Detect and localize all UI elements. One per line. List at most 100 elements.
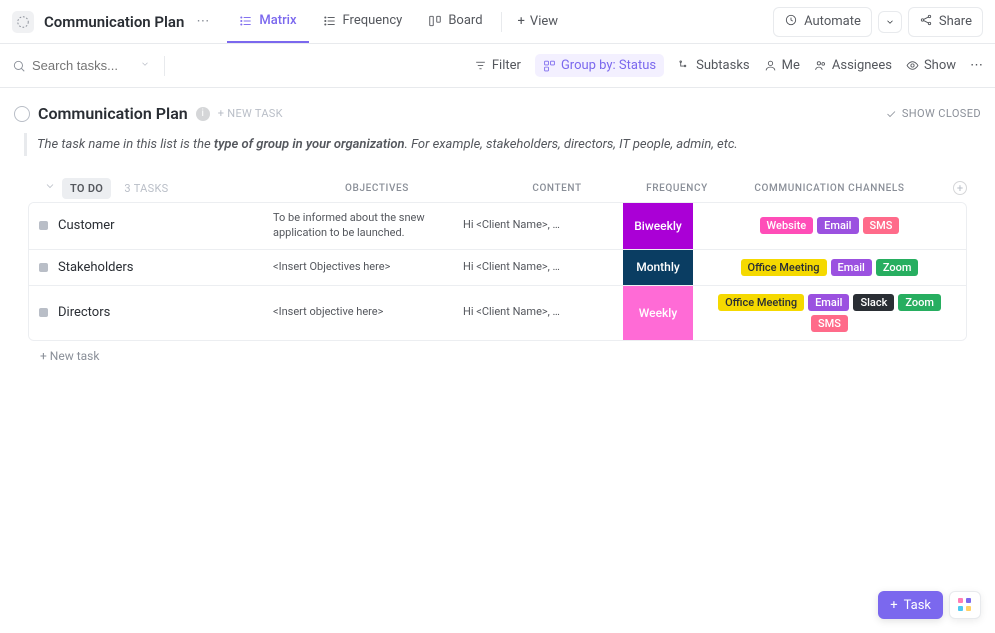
show-label: Show bbox=[924, 58, 956, 73]
channel-tag[interactable]: Email bbox=[817, 217, 858, 234]
task-name-cell[interactable]: Stakeholders bbox=[29, 250, 263, 285]
person-icon bbox=[764, 59, 777, 72]
add-column-button[interactable]: + bbox=[953, 181, 967, 195]
list-icon bbox=[239, 14, 253, 28]
assignees-label: Assignees bbox=[832, 58, 892, 73]
col-content[interactable]: CONTENT bbox=[472, 183, 642, 194]
filter-label: Filter bbox=[492, 58, 521, 73]
task-name-cell[interactable]: Customer bbox=[29, 203, 263, 249]
filter-icon bbox=[474, 59, 487, 72]
channels-cell[interactable]: Office MeetingEmailZoom bbox=[693, 250, 966, 285]
task-row[interactable]: Stakeholders<Insert Objectives here>Hi <… bbox=[29, 249, 966, 285]
status-square-icon[interactable] bbox=[39, 221, 48, 230]
page-menu-icon[interactable]: ⋯ bbox=[192, 12, 213, 31]
channel-tag[interactable]: Email bbox=[831, 259, 872, 276]
plus-icon: + bbox=[518, 14, 525, 29]
search-icon bbox=[12, 59, 26, 73]
create-task-fab[interactable]: + Task bbox=[878, 591, 943, 619]
toolbar-more-icon[interactable]: ⋯ bbox=[970, 58, 983, 73]
channel-tag[interactable]: Email bbox=[808, 294, 849, 311]
col-frequency[interactable]: FREQUENCY bbox=[642, 183, 712, 194]
automate-dropdown[interactable] bbox=[878, 11, 902, 33]
subtasks-icon bbox=[678, 59, 691, 72]
search-input[interactable] bbox=[32, 58, 132, 73]
automate-icon bbox=[784, 13, 798, 31]
group-icon bbox=[543, 59, 556, 72]
channels-cell[interactable]: Office MeetingEmailSlackZoom SMS bbox=[693, 286, 966, 340]
channel-tag[interactable]: Slack bbox=[853, 294, 894, 311]
search-wrap bbox=[12, 58, 150, 73]
objectives-cell[interactable]: <Insert Objectives here> bbox=[263, 250, 453, 285]
automate-button[interactable]: Automate bbox=[773, 7, 872, 37]
tab-board[interactable]: Board bbox=[416, 0, 494, 43]
show-button[interactable]: Show bbox=[906, 58, 956, 73]
new-task-row[interactable]: + New task bbox=[14, 341, 981, 371]
channel-tag[interactable]: Office Meeting bbox=[718, 294, 804, 311]
channel-tag[interactable]: SMS bbox=[811, 315, 848, 332]
eye-icon bbox=[906, 59, 919, 72]
tab-matrix[interactable]: Matrix bbox=[227, 0, 308, 43]
content-cell[interactable]: Hi <Client Name>, … bbox=[453, 286, 623, 340]
frequency-cell[interactable]: Biweekly bbox=[623, 203, 693, 249]
status-circle-icon[interactable] bbox=[14, 106, 30, 122]
add-view-label: View bbox=[530, 14, 558, 29]
col-add: + bbox=[947, 181, 967, 196]
grid-icon bbox=[958, 598, 972, 612]
new-task-link[interactable]: + NEW TASK bbox=[218, 107, 283, 120]
content-area: Communication Plan i + NEW TASK SHOW CLO… bbox=[0, 88, 995, 387]
task-row[interactable]: Directors<Insert objective here>Hi <Clie… bbox=[29, 285, 966, 340]
top-bar: Communication Plan ⋯ Matrix Frequency Bo… bbox=[0, 0, 995, 44]
filter-button[interactable]: Filter bbox=[474, 58, 521, 73]
page-icon[interactable] bbox=[12, 11, 34, 33]
task-name-cell[interactable]: Directors bbox=[29, 286, 263, 340]
col-channels[interactable]: COMMUNICATION CHANNELS bbox=[712, 183, 947, 194]
frequency-cell[interactable]: Weekly bbox=[623, 286, 693, 340]
add-view-button[interactable]: + View bbox=[508, 14, 569, 29]
show-closed-button[interactable]: SHOW CLOSED bbox=[885, 107, 981, 120]
subtasks-label: Subtasks bbox=[696, 58, 750, 73]
view-tabs: Matrix Frequency Board + View bbox=[227, 0, 568, 43]
channel-tag[interactable]: Website bbox=[760, 217, 814, 234]
me-button[interactable]: Me bbox=[764, 58, 800, 73]
desc-text-prefix: The task name in this list is the bbox=[37, 137, 214, 152]
info-icon[interactable]: i bbox=[196, 107, 210, 121]
apps-fab[interactable] bbox=[949, 591, 981, 619]
group-by-button[interactable]: Group by: Status bbox=[535, 54, 664, 77]
content-cell[interactable]: Hi <Client Name>, … bbox=[453, 250, 623, 285]
col-name: TO DO 3 TASKS bbox=[62, 181, 282, 196]
task-count: 3 TASKS bbox=[124, 182, 168, 195]
channel-tag[interactable]: Zoom bbox=[876, 259, 919, 276]
frequency-cell[interactable]: Monthly bbox=[623, 250, 693, 285]
divider bbox=[164, 56, 165, 76]
search-dropdown-icon[interactable] bbox=[140, 58, 150, 73]
desc-text-suffix: . For example, stakeholders, directors, … bbox=[405, 137, 738, 152]
subtasks-button[interactable]: Subtasks bbox=[678, 58, 750, 73]
content-cell[interactable]: Hi <Client Name>, … bbox=[453, 203, 623, 249]
chevron-down-icon bbox=[885, 17, 895, 27]
share-button[interactable]: Share bbox=[908, 7, 983, 37]
task-row[interactable]: CustomerTo be informed about the snew ap… bbox=[29, 203, 966, 249]
channels-cell[interactable]: WebsiteEmail SMS bbox=[693, 203, 966, 249]
objectives-cell[interactable]: To be informed about the snew applicatio… bbox=[263, 203, 453, 249]
channel-tag[interactable]: Zoom bbox=[898, 294, 941, 311]
expand-toggle[interactable] bbox=[44, 180, 62, 196]
show-closed-label: SHOW CLOSED bbox=[902, 107, 981, 120]
page-title[interactable]: Communication Plan bbox=[44, 13, 184, 31]
list-description[interactable]: The task name in this list is the type o… bbox=[24, 133, 981, 156]
channel-tag[interactable]: Office Meeting bbox=[741, 259, 827, 276]
list-title[interactable]: Communication Plan bbox=[38, 104, 188, 123]
tab-frequency[interactable]: Frequency bbox=[311, 0, 415, 43]
col-objectives[interactable]: OBJECTIVES bbox=[282, 183, 472, 194]
automate-label: Automate bbox=[804, 14, 861, 29]
task-list: CustomerTo be informed about the snew ap… bbox=[28, 202, 967, 341]
objectives-cell[interactable]: <Insert objective here> bbox=[263, 286, 453, 340]
assignees-button[interactable]: Assignees bbox=[814, 58, 892, 73]
group-by-label: Group by: Status bbox=[561, 58, 656, 73]
status-pill[interactable]: TO DO bbox=[62, 178, 111, 199]
divider bbox=[501, 12, 502, 32]
task-fab-label: Task bbox=[904, 598, 931, 613]
status-square-icon[interactable] bbox=[39, 263, 48, 272]
status-square-icon[interactable] bbox=[39, 308, 48, 317]
channel-tag[interactable]: SMS bbox=[863, 217, 900, 234]
board-icon bbox=[428, 14, 442, 28]
